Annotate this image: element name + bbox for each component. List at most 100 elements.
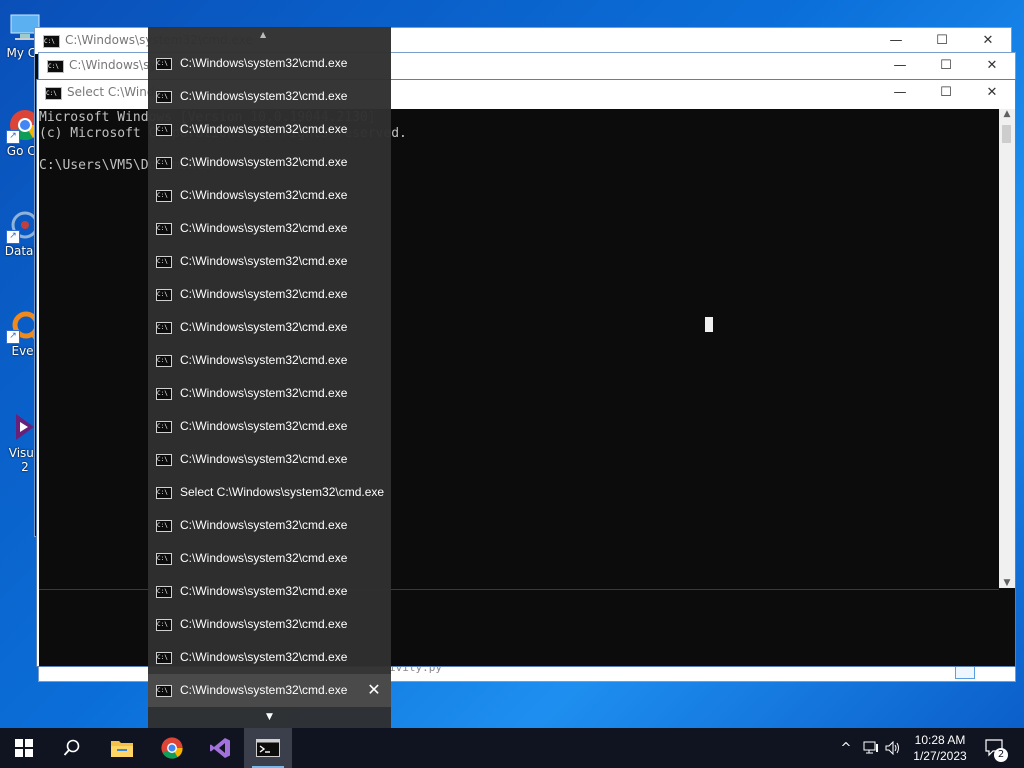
window-list-item[interactable]: C:\ C:\Windows\system32\cmd.exe [148,542,391,575]
window-list-item[interactable]: C:\ C:\Windows\system32\cmd.exe [148,575,391,608]
start-button[interactable] [0,728,48,768]
list-scroll-down-icon[interactable]: ▼ [148,707,391,728]
cmd-icon [256,739,280,757]
window-list-item-label: C:\Windows\system32\cmd.exe [180,353,348,367]
chrome-icon [161,737,183,759]
minimize-button[interactable]: — [877,80,923,106]
visual-studio-icon [210,738,230,758]
window-list-item-label: C:\Windows\system32\cmd.exe [180,551,348,565]
volume-button[interactable] [882,728,904,768]
window-list-item[interactable]: C:\ C:\Windows\system32\cmd.exe [148,146,391,179]
cmd-icon: C:\ [156,619,172,631]
cmd-icon: C:\ [156,421,172,433]
cmd-icon: C:\ [156,91,172,103]
window-list-item-label: C:\Windows\system32\cmd.exe [180,452,348,466]
window-list-item[interactable]: C:\ C:\Windows\system32\cmd.exe [148,245,391,278]
console-corner [999,588,1015,666]
close-window-button[interactable]: ✕ [365,681,383,699]
network-icon [863,741,878,754]
window-list-item-label: C:\Windows\system32\cmd.exe [180,518,348,532]
clock[interactable]: 10:28 AM 1/27/2023 [904,732,976,764]
cmd-icon: C:\ [156,58,172,70]
window-list-item[interactable]: C:\ C:\Windows\system32\cmd.exe [148,509,391,542]
close-button[interactable]: ✕ [969,53,1015,79]
show-hidden-icons-button[interactable]: ^ [836,728,856,768]
window-list-item-label: C:\Windows\system32\cmd.exe [180,89,348,103]
close-button[interactable]: ✕ [969,80,1015,106]
cmd-icon: C:\ [156,223,172,235]
minimize-button[interactable]: — [873,28,919,54]
window-list-item[interactable]: C:\ C:\Windows\system32\cmd.exe [148,410,391,443]
list-scroll-up-icon[interactable]: ▲ [260,30,266,39]
chrome-button[interactable] [148,728,196,768]
cmd-icon: C:\ [156,157,172,169]
search-icon [63,739,80,756]
folder-icon [111,741,133,757]
window-list-item-label: C:\Windows\system32\cmd.exe [180,650,348,664]
scrollbar-thumb[interactable] [1002,125,1011,143]
window-list-item[interactable]: C:\ C:\Windows\system32\cmd.exe [148,80,391,113]
notification-center-button[interactable]: 2 [980,728,1010,768]
window-list-item[interactable]: C:\ C:\Windows\system32\cmd.exe [148,179,391,212]
cmd-icon: C:\ [47,60,64,73]
window-list-item-label: C:\Windows\system32\cmd.exe [180,254,348,268]
window-list-item-label: C:\Windows\system32\cmd.exe [180,188,348,202]
cmd-icon: C:\ [156,124,172,136]
cmd-icon: C:\ [156,586,172,598]
clock-date: 1/27/2023 [913,749,967,763]
speaker-icon [885,741,899,755]
window-list-item-label: C:\Windows\system32\cmd.exe [180,320,348,334]
window-list-item[interactable]: C:\ C:\Windows\system32\cmd.exe [148,641,391,674]
window-list-item[interactable]: C:\ C:\Windows\system32\cmd.exe [148,608,391,641]
window-list-item[interactable]: C:\ C:\Windows\system32\cmd.exe [148,113,391,146]
chevron-up-icon: ^ [840,740,852,756]
maximize-button[interactable]: ☐ [923,80,969,106]
cmd-icon: C:\ [156,322,172,334]
notification-count-badge: 2 [994,748,1008,762]
window-list-item-label: C:\Windows\system32\cmd.exe [180,221,348,235]
cmd-icon: C:\ [43,35,60,48]
vertical-scrollbar[interactable]: ▲ ▼ [999,109,1015,588]
window-list-item[interactable]: C:\ C:\Windows\system32\cmd.exe [148,47,391,80]
window-list-item-label: C:\Windows\system32\cmd.exe [180,122,348,136]
search-button[interactable] [48,728,96,768]
window-list-item[interactable]: C:\ C:\Windows\system32\cmd.exe [148,278,391,311]
maximize-button[interactable]: ☐ [923,53,969,79]
text-cursor [705,317,713,332]
cmd-icon: C:\ [156,388,172,400]
scroll-down-arrow-icon[interactable]: ▼ [999,578,1015,588]
shortcut-arrow-icon: ↗ [6,330,20,344]
cmd-icon: C:\ [156,355,172,367]
windows-logo-icon [15,739,33,757]
window-list-item[interactable]: C:\ C:\Windows\system32\cmd.exe [148,443,391,476]
window-list-item[interactable]: C:\ C:\Windows\system32\cmd.exe [148,212,391,245]
taskbar: ^ 10:28 AM 1/27/2023 2 [0,728,1024,768]
window-list-item-label: C:\Windows\system32\cmd.exe [180,683,348,697]
window-list-item[interactable]: C:\ C:\Windows\system32\cmd.exe ✕ [148,674,391,707]
file-explorer-button[interactable] [98,728,146,768]
network-button[interactable] [860,728,882,768]
close-button[interactable]: ✕ [965,28,1011,54]
window-list-item-label: C:\Windows\system32\cmd.exe [180,155,348,169]
visual-studio-button[interactable] [196,728,244,768]
window-list-item[interactable]: C:\ C:\Windows\system32\cmd.exe [148,311,391,344]
cmd-icon: C:\ [156,520,172,532]
taskbar-window-list: ▲ C:\ C:\Windows\system32\cmd.exe C:\ C:\Wi… [148,27,391,728]
window-list-item[interactable]: C:\ C:\Windows\system32\cmd.exe [148,344,391,377]
cmd-icon: C:\ [156,454,172,466]
cmd-icon: C:\ [45,87,62,100]
cmd-icon: C:\ [156,652,172,664]
shortcut-arrow-icon: ↗ [6,230,20,244]
window-list-item[interactable]: C:\ Select C:\Windows\system32\cmd.exe [148,476,391,509]
window-list-item[interactable]: C:\ C:\Windows\system32\cmd.exe [148,377,391,410]
minimize-button[interactable]: — [877,53,923,79]
scroll-up-arrow-icon[interactable]: ▲ [999,109,1015,119]
shortcut-arrow-icon: ↗ [6,130,20,144]
window-list-item-label: C:\Windows\system32\cmd.exe [180,56,348,70]
maximize-button[interactable]: ☐ [919,28,965,54]
window-list-item-label: Select C:\Windows\system32\cmd.exe [180,485,385,499]
cmd-icon: C:\ [156,553,172,565]
window-list-item-label: C:\Windows\system32\cmd.exe [180,287,348,301]
cmd-button[interactable] [244,728,292,768]
cmd-icon: C:\ [156,685,172,697]
